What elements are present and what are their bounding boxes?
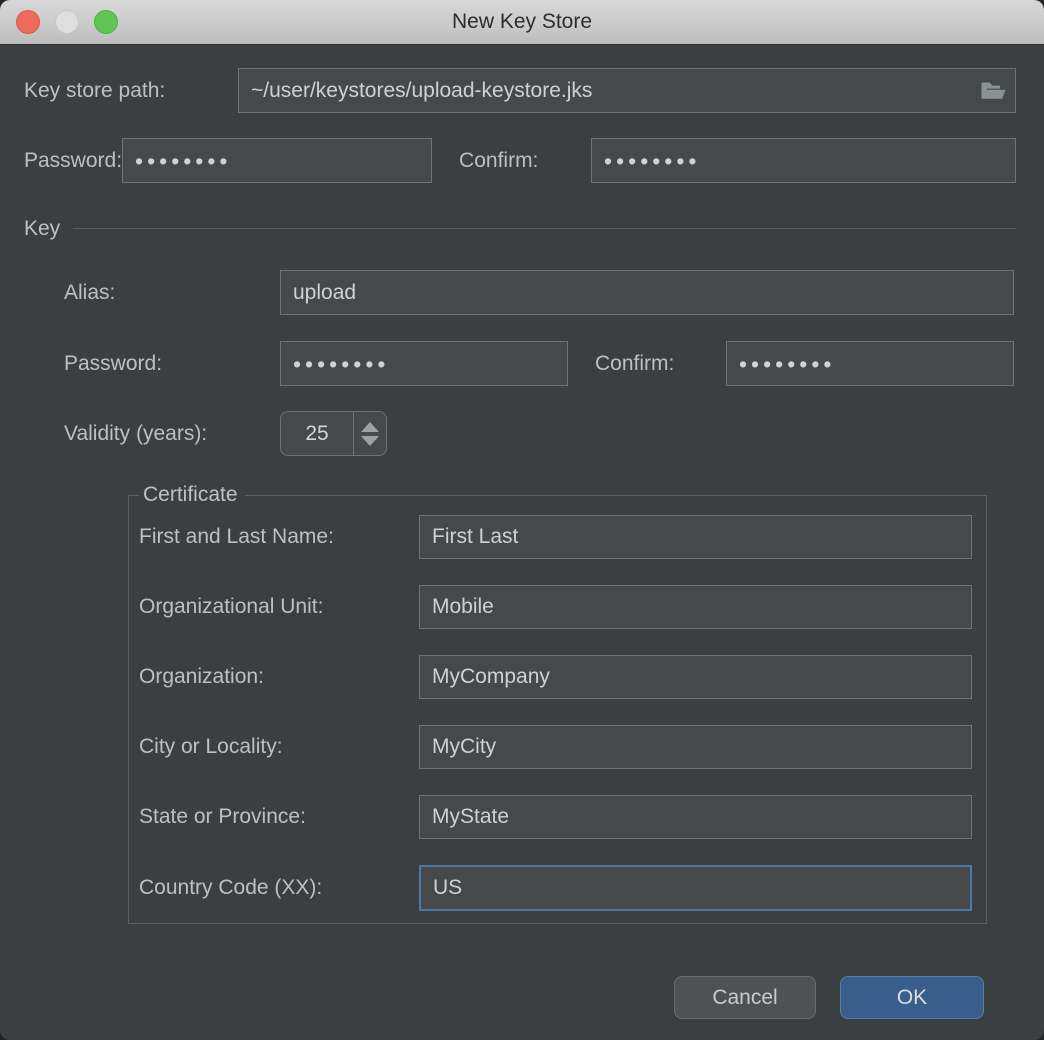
alias-input[interactable] [280, 270, 1014, 315]
folder-open-icon [980, 90, 1007, 105]
separator-line [73, 228, 1016, 229]
state-input[interactable] [419, 795, 972, 839]
key-section-separator: Key [24, 216, 1016, 241]
keystore-password-label: Password: [24, 149, 122, 173]
alias-row: Alias: [64, 270, 1014, 315]
country-code-input[interactable] [419, 865, 972, 911]
keystore-path-row: Key store path: [24, 68, 1016, 113]
close-button[interactable] [16, 10, 40, 34]
keystore-confirm-label: Confirm: [459, 149, 591, 173]
traffic-lights [16, 10, 118, 34]
organization-label: Organization: [139, 665, 419, 689]
validity-stepper[interactable] [354, 412, 386, 455]
zoom-button[interactable] [94, 10, 118, 34]
city-label: City or Locality: [139, 735, 419, 759]
minimize-button[interactable] [55, 10, 79, 34]
dialog-content: Key store path: Password: Confirm: [0, 68, 1044, 1019]
org-unit-input[interactable] [419, 585, 972, 629]
certificate-group: Certificate First and Last Name: Organiz… [128, 483, 987, 924]
organization-input[interactable] [419, 655, 972, 699]
country-code-label: Country Code (XX): [139, 876, 419, 900]
keystore-password-input[interactable] [122, 138, 432, 183]
key-section: Alias: Password: Confirm: Validity (year… [64, 270, 1014, 1019]
validity-row: Validity (years): 25 [64, 411, 1014, 456]
keystore-confirm-input[interactable] [591, 138, 1016, 183]
title-bar[interactable]: New Key Store [0, 0, 1044, 45]
key-section-title: Key [24, 217, 60, 241]
certificate-row-state: State or Province: [139, 795, 972, 839]
browse-button[interactable] [980, 79, 1007, 102]
validity-value[interactable]: 25 [281, 412, 354, 455]
alias-label: Alias: [64, 281, 280, 305]
certificate-row-organization: Organization: [139, 655, 972, 699]
ok-button[interactable]: OK [840, 976, 984, 1019]
first-last-name-input[interactable] [419, 515, 972, 559]
key-confirm-label: Confirm: [595, 352, 726, 376]
certificate-row-city: City or Locality: [139, 725, 972, 769]
validity-label: Validity (years): [64, 422, 280, 446]
key-password-row: Password: Confirm: [64, 341, 1014, 386]
keystore-password-row: Password: Confirm: [24, 138, 1016, 183]
city-input[interactable] [419, 725, 972, 769]
key-confirm-input[interactable] [726, 341, 1014, 386]
state-label: State or Province: [139, 805, 419, 829]
triangle-up-icon[interactable] [361, 422, 379, 432]
key-password-input[interactable] [280, 341, 568, 386]
keystore-path-input[interactable] [238, 68, 1016, 113]
dialog-buttons: Cancel OK [64, 976, 984, 1019]
certificate-row-name: First and Last Name: [139, 515, 972, 559]
certificate-title: Certificate [139, 483, 245, 507]
certificate-row-country: Country Code (XX): [139, 865, 972, 911]
validity-spinner[interactable]: 25 [280, 411, 387, 456]
first-last-name-label: First and Last Name: [139, 525, 419, 549]
cancel-button[interactable]: Cancel [674, 976, 816, 1019]
new-key-store-dialog: New Key Store Key store path: Passw [0, 0, 1044, 1040]
window-title: New Key Store [452, 10, 592, 34]
certificate-row-org-unit: Organizational Unit: [139, 585, 972, 629]
org-unit-label: Organizational Unit: [139, 595, 419, 619]
key-password-label: Password: [64, 352, 280, 376]
keystore-path-label: Key store path: [24, 79, 238, 103]
triangle-down-icon[interactable] [361, 436, 379, 446]
